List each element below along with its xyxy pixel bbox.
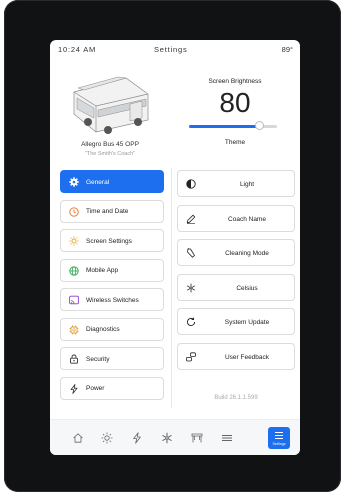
chat-icon [186, 351, 196, 361]
clock-icon [69, 206, 79, 217]
snowflake-icon [186, 283, 196, 292]
build-number: Build 26.1.1.599 [214, 395, 258, 401]
coach-name-button[interactable]: Coach Name [177, 204, 295, 232]
outside-temperature: 89° [281, 45, 293, 54]
cleaning-mode-button[interactable]: Cleaning Mode [177, 239, 295, 266]
brightness-slider[interactable] [189, 121, 277, 130]
gear-icon [69, 177, 79, 187]
nav-item-label: Security [86, 355, 110, 363]
nav-item-time-and-date[interactable]: Time and Date [60, 199, 164, 223]
celsius-button[interactable]: Celsius [177, 273, 295, 301]
setting-label: Light [239, 181, 255, 188]
tab-lighting[interactable] [93, 420, 121, 455]
tab-settings[interactable]: Settings [268, 427, 290, 449]
column-divider [171, 168, 172, 408]
nav-item-label: General [86, 178, 110, 186]
lock-icon [70, 354, 78, 364]
nav-item-general[interactable]: General [60, 170, 164, 193]
status-time: 10:24 AM [58, 45, 97, 54]
cast-icon [69, 295, 79, 305]
nav-item-mobile-app[interactable]: Mobile App [60, 258, 164, 282]
page-title: Settings [154, 45, 188, 54]
coach-nickname: "The Smith's Coach" [84, 151, 136, 157]
tab-climate[interactable] [153, 420, 181, 455]
globe-icon [69, 265, 79, 276]
tab-home[interactable] [64, 420, 92, 455]
setting-label: User Feedback [224, 353, 270, 361]
tab-label: Settings [272, 442, 286, 446]
bottom-tab-bar: Settings [50, 419, 300, 455]
nav-item-power[interactable]: Power [60, 376, 164, 400]
nav-item-label: Diagnostics [86, 326, 120, 333]
setting-label: Coach Name [228, 215, 266, 223]
screen: 10:24 AM Settings 89° Allegro Bus 45 OPP… [50, 40, 300, 455]
menu-icon [222, 435, 232, 441]
home-icon [73, 433, 83, 443]
brightness-value: 80 [219, 87, 251, 118]
nav-item-diagnostics[interactable]: Diagnostics [60, 317, 164, 341]
user-feedback-button[interactable]: User Feedback [177, 342, 295, 370]
spray-icon [187, 248, 195, 258]
slider-knob[interactable] [254, 121, 264, 130]
snowflake-icon [162, 432, 172, 444]
sun-icon [101, 432, 113, 444]
nav-item-screen-settings[interactable]: Screen Settings [60, 229, 164, 252]
nav-item-wireless-switches[interactable]: Wireless Switches [60, 288, 164, 311]
theme-light-button[interactable]: Light [177, 170, 295, 197]
tab-power[interactable] [123, 420, 151, 455]
nav-item-security[interactable]: Security [60, 347, 164, 370]
system-update-button[interactable]: System Update [177, 308, 295, 335]
awning-icon [191, 433, 203, 443]
contrast-icon [186, 179, 196, 189]
coach-image [73, 76, 149, 134]
tab-awning[interactable] [183, 420, 211, 455]
chip-icon [69, 324, 79, 335]
sun-icon [69, 236, 79, 246]
refresh-icon [187, 317, 196, 327]
settings-menu-icon [275, 432, 283, 439]
lightning-icon [133, 432, 141, 444]
nav-item-label: Time and Date [86, 208, 129, 215]
setting-label: Celsius [236, 284, 258, 292]
nav-item-label: Power [86, 385, 105, 392]
nav-item-label: Wireless Switches [86, 296, 139, 304]
tablet-bezel: 10:24 AM Settings 89° Allegro Bus 45 OPP… [4, 0, 341, 492]
lightning-icon [70, 383, 78, 394]
brightness-label: Screen Brightness [208, 78, 262, 85]
tab-slides[interactable] [213, 420, 241, 455]
status-bar: 10:24 AM Settings 89° [50, 40, 300, 58]
theme-label: Theme [224, 139, 246, 146]
coach-model: Allegro Bus 45 OPP [81, 141, 139, 148]
setting-label: Cleaning Mode [225, 250, 269, 257]
slider-fill [189, 124, 260, 128]
nav-item-label: Mobile App [86, 267, 119, 274]
nav-item-label: Screen Settings [86, 237, 132, 245]
setting-label: System Update [224, 319, 270, 326]
pencil-icon [186, 214, 196, 224]
